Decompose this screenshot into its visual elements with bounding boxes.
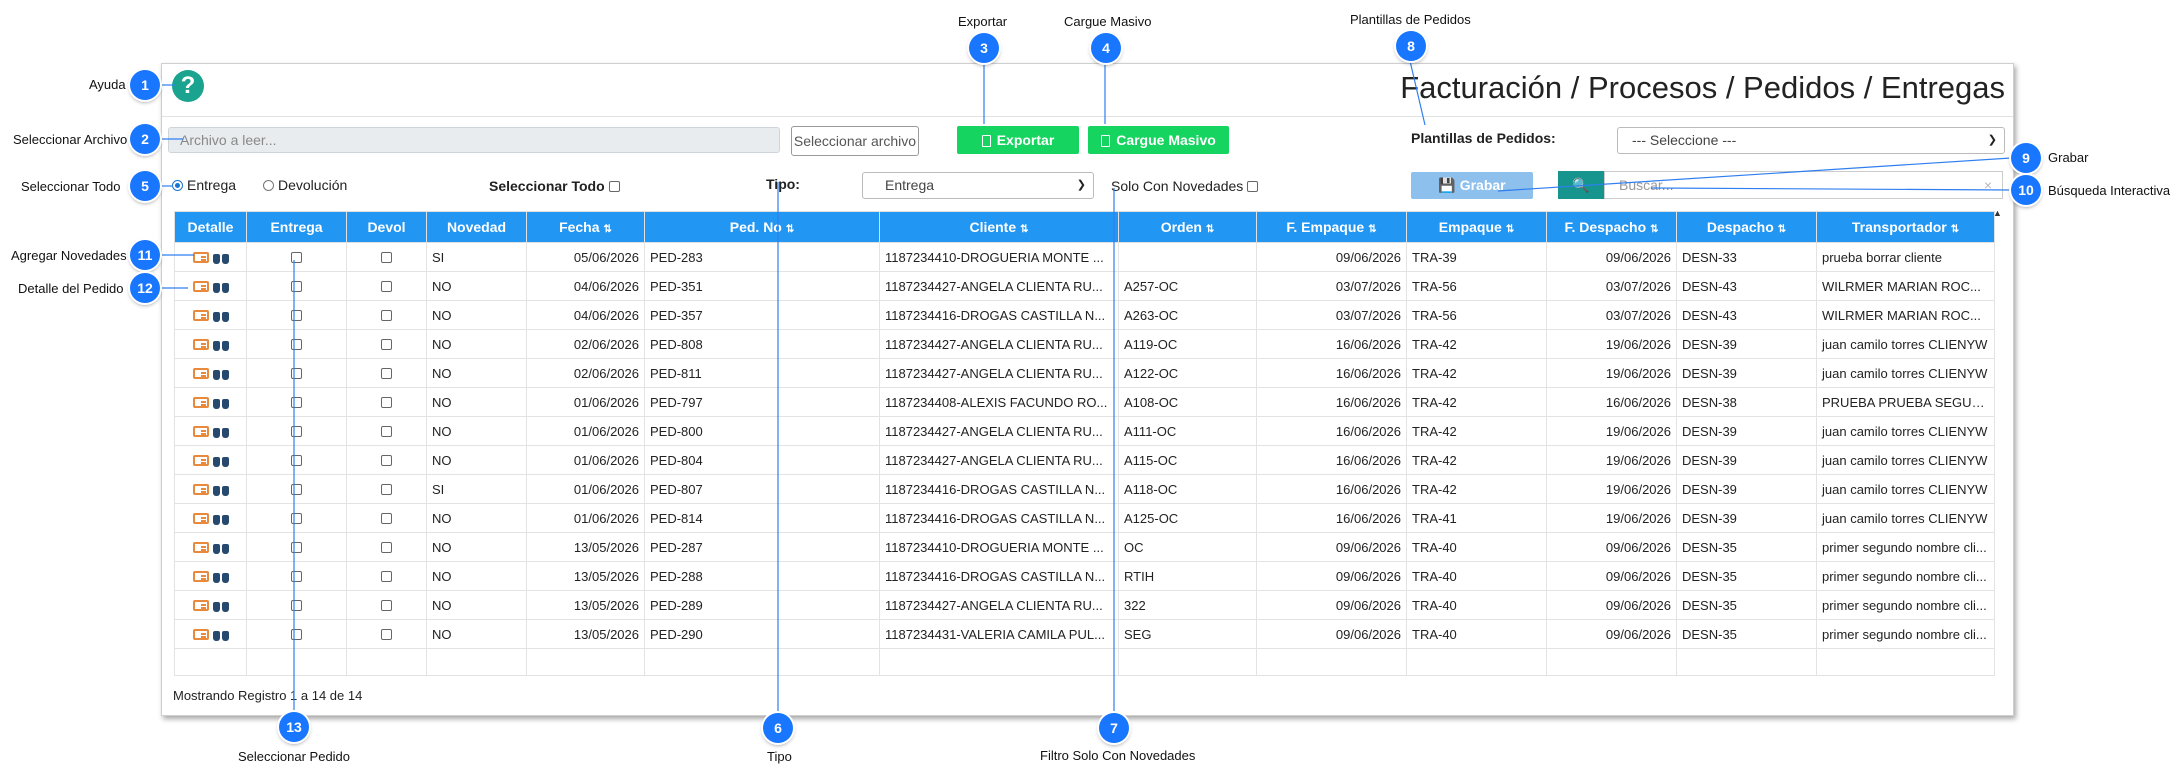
- callout-badge-11: 11: [130, 240, 160, 270]
- callout-label-12: Detalle del Pedido: [18, 281, 124, 296]
- callout-badge-1: 1: [130, 70, 160, 100]
- callout-label-7: Filtro Solo Con Novedades: [1040, 748, 1196, 763]
- callout-badge-2: 2: [130, 124, 160, 154]
- callout-label-9: Grabar: [2048, 150, 2089, 165]
- callout-badge-10: 10: [2011, 175, 2041, 205]
- callout-label-4: Cargue Masivo: [1064, 14, 1152, 29]
- callout-badge-12: 12: [130, 273, 160, 303]
- callout-label-1: Ayuda: [89, 77, 126, 92]
- callout-label-11: Agregar Novedades: [11, 248, 127, 263]
- callout-badge-5: 5: [130, 171, 160, 201]
- callout-badge-13: 13: [279, 712, 309, 742]
- callout-label-6: Tipo: [767, 749, 792, 764]
- callout-badge-8: 8: [1396, 31, 1426, 61]
- callout-label-13: Seleccionar Pedido: [238, 749, 351, 764]
- callout-badge-3: 3: [969, 33, 999, 63]
- callout-label-10: Búsqueda Interactiva: [2048, 183, 2171, 198]
- callout-badge-9: 9: [2011, 143, 2041, 173]
- callout-label-3: Exportar: [958, 14, 1008, 29]
- callout-lines: [160, 60, 2012, 713]
- callout-label-8: Plantillas de Pedidos: [1350, 12, 1471, 27]
- callout-badge-6: 6: [763, 713, 793, 743]
- callout-badge-7: 7: [1099, 713, 1129, 743]
- callout-badge-4: 4: [1091, 33, 1121, 63]
- callout-label-2: Seleccionar Archivo: [13, 132, 128, 147]
- callout-label-5: Seleccionar Todo: [21, 179, 121, 194]
